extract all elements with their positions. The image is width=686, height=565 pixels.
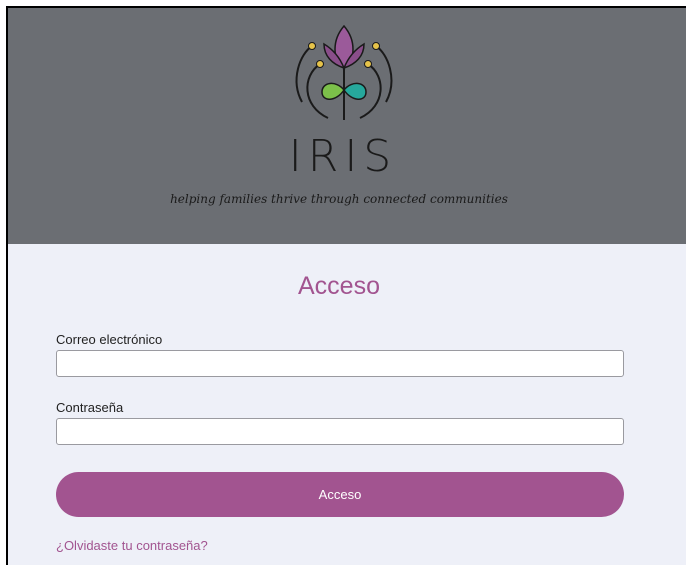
login-button[interactable]: Acceso — [56, 472, 624, 517]
header-banner: IRIS helping families thrive through con… — [8, 8, 686, 244]
password-field[interactable] — [56, 418, 624, 445]
iris-flower-logo-icon — [295, 24, 393, 120]
password-label: Contraseña — [56, 400, 124, 415]
brand-name: IRIS — [288, 131, 398, 182]
login-page: IRIS helping families thrive through con… — [6, 6, 686, 565]
page-title: Acceso — [298, 272, 380, 300]
email-field[interactable] — [56, 350, 624, 377]
brand-tagline: helping families thrive through connecte… — [170, 192, 508, 206]
email-label: Correo electrónico — [56, 332, 163, 347]
forgot-password-link[interactable]: ¿Olvidaste tu contraseña? — [56, 538, 208, 554]
